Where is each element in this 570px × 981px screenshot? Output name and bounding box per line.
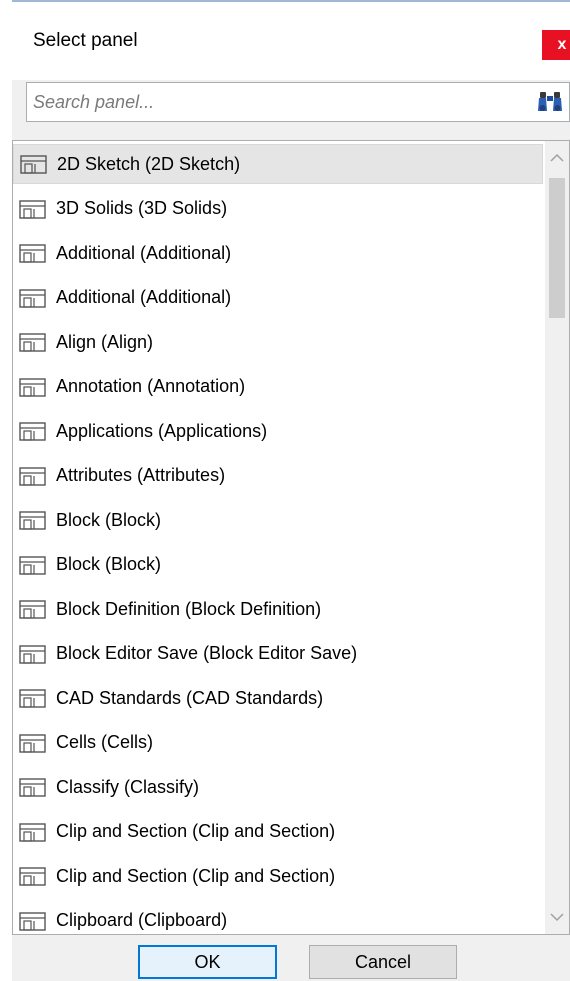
panel-icon bbox=[19, 288, 46, 308]
list-item[interactable]: Block (Block) bbox=[13, 545, 543, 585]
list-item[interactable]: Cells (Cells) bbox=[13, 723, 543, 763]
dialog-header: Select panel x bbox=[12, 2, 570, 80]
list-item-label: Additional (Additional) bbox=[56, 242, 232, 263]
list-item-label: Clip and Section (Clip and Section) bbox=[56, 865, 336, 886]
list-item-label: Classify (Classify) bbox=[56, 776, 200, 797]
chevron-up-icon[interactable] bbox=[545, 145, 569, 171]
panel-icon bbox=[19, 822, 46, 842]
search-box bbox=[26, 82, 570, 122]
list-item[interactable]: Clipboard (Clipboard) bbox=[13, 901, 543, 935]
panel-icon bbox=[19, 689, 46, 708]
list-item[interactable]: Annotation (Annotation) bbox=[13, 367, 543, 407]
list-item[interactable]: 2D Sketch (2D Sketch) bbox=[13, 144, 543, 184]
panel-icon bbox=[19, 555, 46, 575]
list-item-label: Align (Align) bbox=[56, 331, 154, 352]
list-item[interactable]: 3D Solids (3D Solids) bbox=[13, 189, 543, 229]
panel-icon bbox=[19, 377, 46, 397]
list-item-label: Block Editor Save (Block Editor Save) bbox=[56, 643, 358, 663]
list-item-label: Block (Block) bbox=[56, 554, 162, 574]
panel-icon bbox=[19, 600, 46, 619]
list-item[interactable]: Block Definition (Block Definition) bbox=[13, 589, 543, 629]
panel-icon bbox=[19, 511, 46, 530]
list-item-label: 3D Solids (3D Solids) bbox=[56, 198, 228, 218]
scrollbar-thumb[interactable] bbox=[549, 178, 565, 318]
list-item-label: CAD Standards (CAD Standards) bbox=[56, 687, 324, 708]
list-item-label: Cells (Cells) bbox=[56, 732, 154, 752]
list-item[interactable]: Additional (Additional) bbox=[13, 233, 543, 273]
select-panel-dialog: Select panel x 2D Sketch (2D Sketch) 3D S… bbox=[0, 0, 570, 981]
list-item-label: Block Definition (Block Definition) bbox=[56, 598, 322, 619]
list-item[interactable]: Attributes (Attributes) bbox=[13, 456, 543, 496]
list-item[interactable]: Additional (Additional) bbox=[13, 278, 543, 318]
list-item-label: Clipboard (Clipboard) bbox=[56, 910, 228, 930]
list-item[interactable]: CAD Standards (CAD Standards) bbox=[13, 678, 543, 718]
panel-icon bbox=[19, 199, 46, 219]
cancel-button[interactable]: Cancel bbox=[309, 945, 457, 979]
ok-button[interactable]: OK bbox=[138, 945, 277, 979]
chevron-down-icon[interactable] bbox=[545, 904, 569, 930]
vertical-scrollbar[interactable] bbox=[545, 141, 569, 934]
list-item[interactable]: Clip and Section (Clip and Section) bbox=[13, 856, 543, 896]
panel-list-box: 2D Sketch (2D Sketch) 3D Solids (3D Solid… bbox=[12, 140, 570, 935]
list-item-label: Annotation (Annotation) bbox=[56, 376, 246, 396]
list-item[interactable]: Applications (Applications) bbox=[13, 411, 543, 451]
close-icon: x bbox=[557, 36, 567, 53]
panel-icon bbox=[19, 911, 46, 931]
dialog-title: Select panel bbox=[33, 30, 138, 51]
left-edge bbox=[0, 0, 12, 981]
list-item[interactable]: Block Editor Save (Block Editor Save) bbox=[13, 634, 543, 674]
list-item-label: Block (Block) bbox=[56, 509, 162, 530]
panel-icon bbox=[19, 778, 46, 797]
list-item-label: Attributes (Attributes) bbox=[56, 465, 226, 485]
list-item[interactable]: Clip and Section (Clip and Section) bbox=[13, 812, 543, 852]
binoculars-icon[interactable] bbox=[537, 89, 563, 115]
list-item[interactable]: Block (Block) bbox=[13, 500, 543, 540]
panel-icon bbox=[19, 333, 46, 352]
panel-icon bbox=[19, 733, 46, 753]
panel-icon bbox=[19, 644, 46, 664]
list-item-label: Additional (Additional) bbox=[56, 287, 232, 307]
list-item-label: 2D Sketch (2D Sketch) bbox=[57, 153, 241, 174]
panel-icon bbox=[19, 867, 46, 886]
close-button[interactable]: x bbox=[542, 30, 570, 60]
panel-icon bbox=[19, 422, 46, 441]
list-item[interactable]: Classify (Classify) bbox=[13, 767, 543, 807]
list-item-label: Clip and Section (Clip and Section) bbox=[56, 821, 336, 841]
list-item-label: Applications (Applications) bbox=[56, 420, 268, 441]
panel-icon bbox=[19, 244, 46, 263]
panel-icon bbox=[19, 466, 46, 486]
list-item[interactable]: Align (Align) bbox=[13, 322, 543, 362]
panel-icon bbox=[20, 155, 47, 174]
search-input[interactable] bbox=[33, 89, 513, 115]
